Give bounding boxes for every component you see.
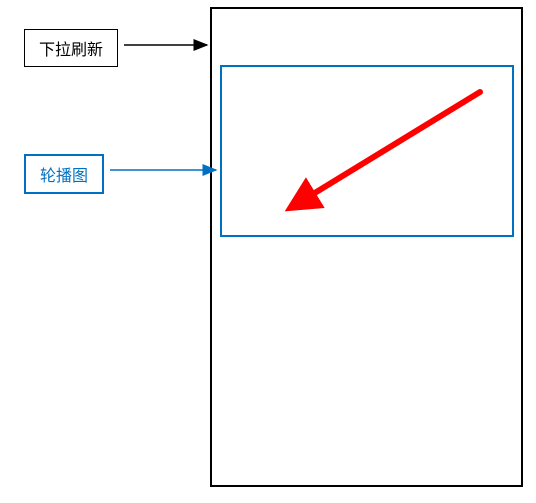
arrow-red — [0, 0, 536, 503]
